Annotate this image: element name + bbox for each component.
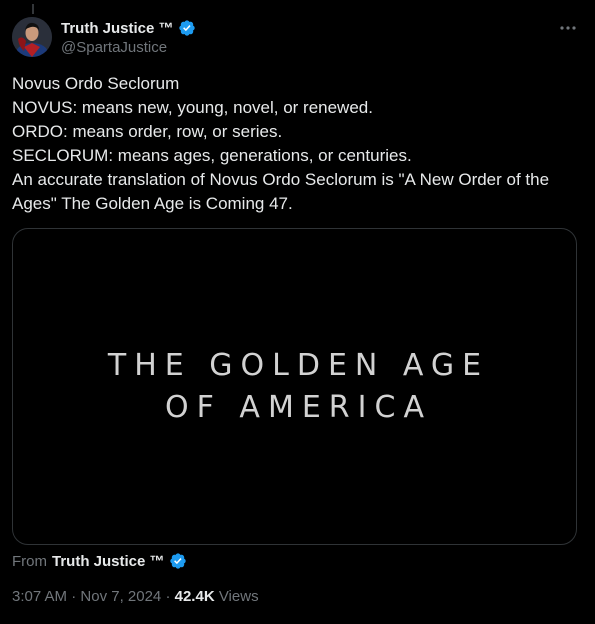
author-name-row[interactable]: Truth Justice ™: [61, 18, 196, 38]
more-horizontal-icon[interactable]: [558, 18, 578, 38]
verified-badge-icon[interactable]: [178, 19, 196, 37]
thread-connector-line: [32, 4, 34, 14]
author-handle[interactable]: @SpartaJustice: [61, 39, 167, 56]
tweet-line: SECLORUM: means ages, generations, or ce…: [12, 146, 412, 165]
separator: ·: [67, 588, 81, 605]
media-image[interactable]: THE GOLDEN AGE OF AMERICA: [12, 228, 577, 545]
tweet-meta: 3:07 AM · Nov 7, 2024 · 42.4K Views: [12, 588, 259, 605]
superhero-avatar-icon: [12, 17, 52, 57]
media-title-line-2: OF AMERICA: [165, 389, 432, 425]
media-title-line-1: THE GOLDEN AGE: [107, 347, 490, 383]
from-label: From: [12, 552, 47, 570]
tweet-line: An accurate translation of Novus Ordo Se…: [12, 170, 550, 213]
separator: ·: [161, 588, 175, 605]
tweet-time[interactable]: 3:07 AM: [12, 588, 67, 605]
community-source-row: From Truth Justice ™: [12, 551, 187, 571]
verified-badge-icon: [169, 552, 187, 570]
views-count[interactable]: 42.4K: [175, 588, 215, 605]
avatar[interactable]: [12, 17, 52, 57]
tweet-line: NOVUS: means new, young, novel, or renew…: [12, 98, 373, 117]
tweet-line: Novus Ordo Seclorum: [12, 74, 180, 93]
tweet-text: Novus Ordo Seclorum NOVUS: means new, yo…: [12, 72, 572, 216]
tweet-date[interactable]: Nov 7, 2024: [80, 588, 161, 605]
views-label: Views: [218, 588, 259, 605]
tweet-line: ORDO: means order, row, or series.: [12, 122, 283, 141]
author-display-name[interactable]: Truth Justice ™: [61, 20, 174, 37]
from-account-name[interactable]: Truth Justice ™: [52, 553, 165, 570]
